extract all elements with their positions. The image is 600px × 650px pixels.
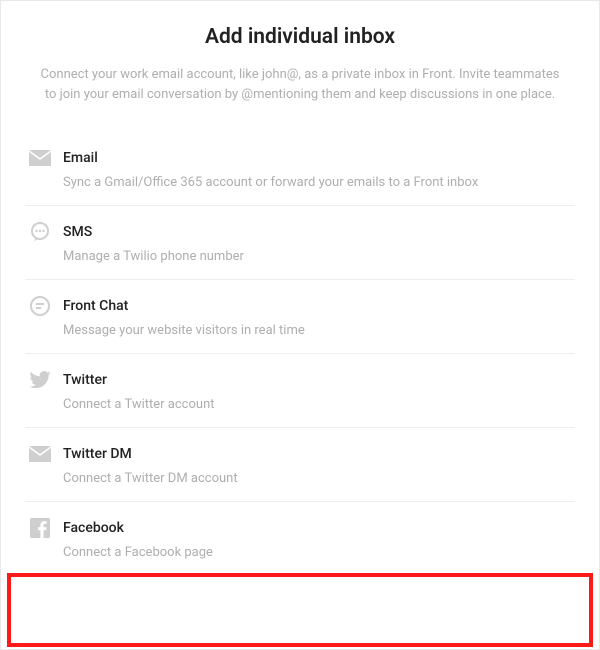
sms-icon bbox=[29, 221, 51, 243]
inbox-options-list: Email Sync a Gmail/Office 365 account or… bbox=[25, 132, 575, 575]
twitter-icon bbox=[29, 369, 51, 391]
highlight-annotation bbox=[7, 573, 593, 647]
option-desc: Manage a Twilio phone number bbox=[63, 249, 571, 264]
option-email[interactable]: Email Sync a Gmail/Office 365 account or… bbox=[25, 132, 575, 206]
front-chat-icon bbox=[29, 295, 51, 317]
option-twitter-dm[interactable]: Twitter DM Connect a Twitter DM account bbox=[25, 428, 575, 502]
dialog-title: Add individual inbox bbox=[25, 25, 575, 49]
option-desc: Sync a Gmail/Office 365 account or forwa… bbox=[63, 175, 571, 190]
option-label: Front Chat bbox=[63, 298, 128, 314]
option-label: Email bbox=[63, 150, 98, 166]
facebook-icon bbox=[29, 517, 51, 539]
email-icon bbox=[29, 147, 51, 169]
dialog-subtitle: Connect your work email account, like jo… bbox=[40, 65, 560, 104]
option-facebook[interactable]: Facebook Connect a Facebook page bbox=[25, 502, 575, 575]
option-desc: Connect a Twitter account bbox=[63, 397, 571, 412]
option-label: Twitter DM bbox=[63, 446, 132, 462]
option-sms[interactable]: SMS Manage a Twilio phone number bbox=[25, 206, 575, 280]
option-twitter[interactable]: Twitter Connect a Twitter account bbox=[25, 354, 575, 428]
add-inbox-dialog: Add individual inbox Connect your work e… bbox=[1, 1, 599, 649]
option-desc: Message your website visitors in real ti… bbox=[63, 323, 571, 338]
option-desc: Connect a Twitter DM account bbox=[63, 471, 571, 486]
option-front-chat[interactable]: Front Chat Message your website visitors… bbox=[25, 280, 575, 354]
twitter-dm-icon bbox=[29, 443, 51, 465]
option-label: Twitter bbox=[63, 372, 107, 388]
option-label: Facebook bbox=[63, 520, 124, 536]
option-label: SMS bbox=[63, 224, 92, 240]
option-desc: Connect a Facebook page bbox=[63, 545, 571, 560]
